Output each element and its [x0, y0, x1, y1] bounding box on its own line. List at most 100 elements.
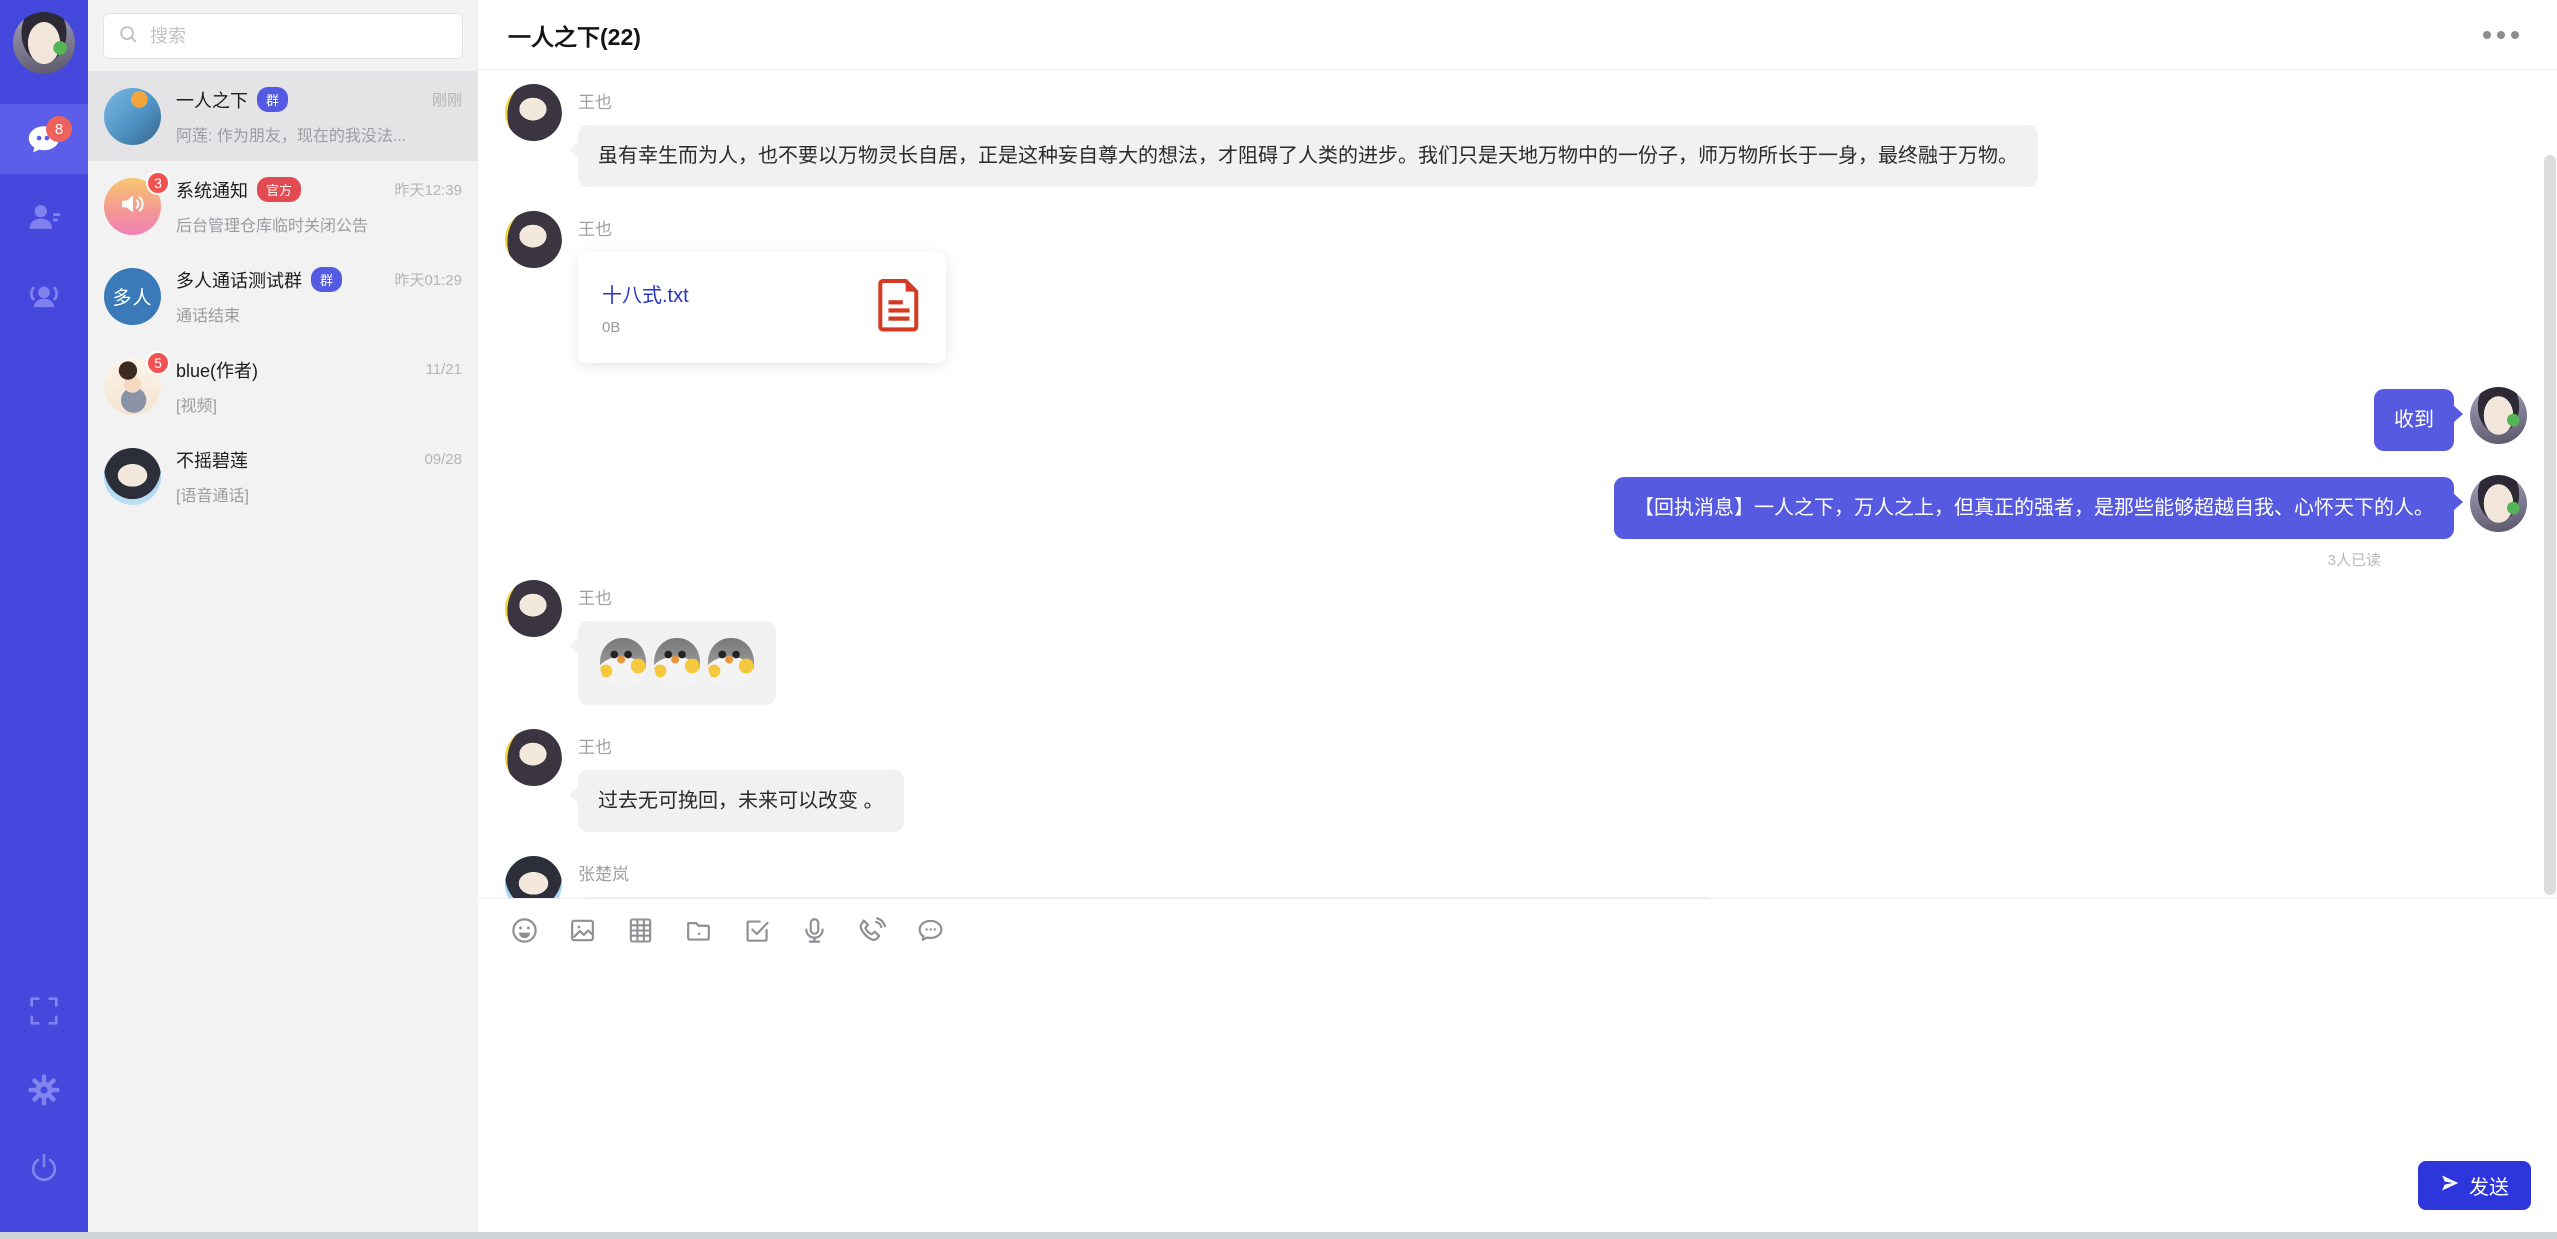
chat-item-multicall-group[interactable]: 多人 多人通话测试群 群 昨天01:29 通话结束 — [88, 251, 478, 341]
sender-avatar[interactable] — [505, 856, 562, 898]
contact-avatar — [104, 448, 161, 505]
conversation-list-panel: 一人之下 群 刚刚 阿莲: 作为朋友，现在的我没法... 3 系统通知 官方 昨… — [88, 0, 478, 1232]
video-icon[interactable] — [624, 914, 656, 946]
contact-avatar: 5 — [104, 358, 161, 415]
message-row: 王也 过去无可挽回，未来可以改变 。 — [505, 729, 2527, 832]
message-row: 张楚岚 作为朋友，现在的我没法保证救你逃出生天，我能保证的只有...如果你真的会… — [505, 856, 2527, 898]
group-avatar — [104, 88, 161, 145]
sender-name: 王也 — [578, 584, 776, 609]
chat-preview: [语音通话] — [176, 482, 462, 506]
file-size: 0B — [602, 319, 689, 336]
chat-preview: 阿莲: 作为朋友，现在的我没法... — [176, 122, 462, 146]
message-row: 王也 虽有幸生而为人，也不要以万物灵长自居，正是这种妄自尊大的想法，才阻碍了人类… — [505, 84, 2527, 187]
search-input[interactable] — [148, 25, 449, 48]
penguin-sticker — [708, 638, 754, 688]
emoji-icon[interactable] — [508, 914, 540, 946]
scrollbar-thumb[interactable] — [2544, 155, 2556, 895]
message-row-own: 【回执消息】一人之下，万人之上，但真正的强者，是那些能够超越自我、心怀天下的人。… — [505, 475, 2527, 570]
sender-avatar[interactable] — [505, 729, 562, 786]
group-tag: 群 — [311, 267, 342, 292]
settings-button[interactable] — [26, 1072, 62, 1108]
message-row: 王也 — [505, 580, 2527, 705]
fullscreen-button[interactable] — [27, 994, 61, 1028]
group-avatar: 多人 — [104, 268, 161, 325]
chat-preview: 后台管理仓库临时关闭公告 — [176, 212, 462, 236]
screenshot-icon[interactable] — [740, 914, 772, 946]
chat-time: 刚刚 — [424, 89, 462, 110]
sender-name: 张楚岚 — [578, 860, 1715, 885]
search-bar — [88, 0, 478, 71]
chat-item-system-notice[interactable]: 3 系统通知 官方 昨天12:39 后台管理仓库临时关闭公告 — [88, 161, 478, 251]
own-message-bubble: 【回执消息】一人之下，万人之上，但真正的强者，是那些能够超越自我、心怀天下的人。 — [1614, 477, 2454, 539]
send-row: 发送 — [478, 1161, 2557, 1232]
chat-name: blue(作者) — [176, 357, 258, 383]
file-name[interactable]: 十八式.txt — [602, 279, 689, 308]
message-bubble: 作为朋友，现在的我没法保证救你逃出生天，我能保证的只有...如果你真的会遭遇到什… — [578, 897, 1715, 898]
chat-app-window: 8 — [0, 0, 2557, 1239]
chat-preview: 通话结束 — [176, 302, 462, 326]
group-tag: 群 — [257, 87, 288, 112]
nav-rail: 8 — [0, 0, 88, 1232]
folder-icon[interactable] — [682, 914, 714, 946]
unread-badge: 3 — [146, 171, 170, 195]
system-avatar: 3 — [104, 178, 161, 235]
speaker-icon — [118, 189, 148, 224]
chat-history-icon[interactable] — [914, 914, 946, 946]
voice-icon[interactable] — [798, 914, 830, 946]
sticker-message-bubble — [578, 621, 776, 705]
paper-plane-icon — [2440, 1173, 2460, 1199]
text-file-icon — [876, 278, 922, 337]
message-bubble: 虽有幸生而为人，也不要以万物灵长自居，正是这种妄自尊大的想法，才阻碍了人类的进步… — [578, 125, 2038, 187]
chat-item-yirenzhixia[interactable]: 一人之下 群 刚刚 阿莲: 作为朋友，现在的我没法... — [88, 71, 478, 161]
chat-header: 一人之下(22) — [478, 0, 2557, 70]
message-list: 王也 虽有幸生而为人，也不要以万物灵长自居，正是这种妄自尊大的想法，才阻碍了人类… — [478, 70, 2557, 898]
composer-toolbar — [478, 899, 2557, 956]
sender-avatar[interactable] — [505, 211, 562, 268]
chat-item-buyaobilian[interactable]: 不摇碧莲 09/28 [语音通话] — [88, 431, 478, 521]
sender-name: 王也 — [578, 215, 946, 240]
image-icon[interactable] — [566, 914, 598, 946]
send-button-label: 发送 — [2469, 1171, 2509, 1200]
chat-name: 不摇碧莲 — [176, 447, 248, 473]
official-tag: 官方 — [257, 177, 301, 202]
unread-total-badge: 8 — [46, 116, 72, 142]
chat-main-panel: 一人之下(22) 王也 虽有幸生而为人，也不要以万物灵长自居，正是这种妄自尊大的… — [478, 0, 2557, 1232]
penguin-sticker-row — [598, 634, 756, 692]
contacts-icon — [25, 198, 63, 236]
file-attachment-card[interactable]: 十八式.txt 0B — [578, 252, 946, 363]
chat-name: 系统通知 — [176, 177, 248, 203]
own-message-bubble: 收到 — [2374, 389, 2454, 451]
sender-name: 王也 — [578, 88, 2038, 113]
chat-title: 一人之下(22) — [508, 18, 641, 52]
own-avatar[interactable] — [2470, 475, 2527, 532]
nav-rail-bottom — [26, 994, 62, 1232]
chat-time: 昨天12:39 — [386, 179, 462, 200]
search-icon — [117, 23, 139, 50]
chat-preview: [视频] — [176, 392, 462, 416]
send-button[interactable]: 发送 — [2418, 1161, 2531, 1210]
sender-avatar[interactable] — [505, 84, 562, 141]
chat-item-blue-author[interactable]: 5 blue(作者) 11/21 [视频] — [88, 341, 478, 431]
more-options-button[interactable] — [2475, 23, 2527, 47]
sender-name: 王也 — [578, 733, 904, 758]
power-button[interactable] — [27, 1152, 61, 1186]
chat-time: 09/28 — [416, 451, 462, 468]
nav-item-messages[interactable]: 8 — [0, 104, 88, 174]
groups-icon — [25, 276, 63, 314]
penguin-sticker — [654, 638, 700, 688]
message-row-own: 收到 — [505, 387, 2527, 451]
own-avatar[interactable] — [2470, 387, 2527, 444]
user-avatar[interactable] — [13, 12, 75, 74]
unread-badge: 5 — [146, 351, 170, 375]
composer: 发送 — [478, 898, 2557, 1232]
chat-time: 昨天01:29 — [386, 269, 462, 290]
sender-avatar[interactable] — [505, 580, 562, 637]
call-icon[interactable] — [856, 914, 888, 946]
chat-time: 11/21 — [418, 361, 462, 378]
penguin-sticker — [600, 638, 646, 688]
read-receipt: 3人已读 — [1614, 549, 2381, 570]
message-input[interactable] — [478, 956, 2557, 1161]
nav-item-groups[interactable] — [0, 260, 88, 330]
nav-item-contacts[interactable] — [0, 182, 88, 252]
message-bubble: 过去无可挽回，未来可以改变 。 — [578, 770, 904, 832]
